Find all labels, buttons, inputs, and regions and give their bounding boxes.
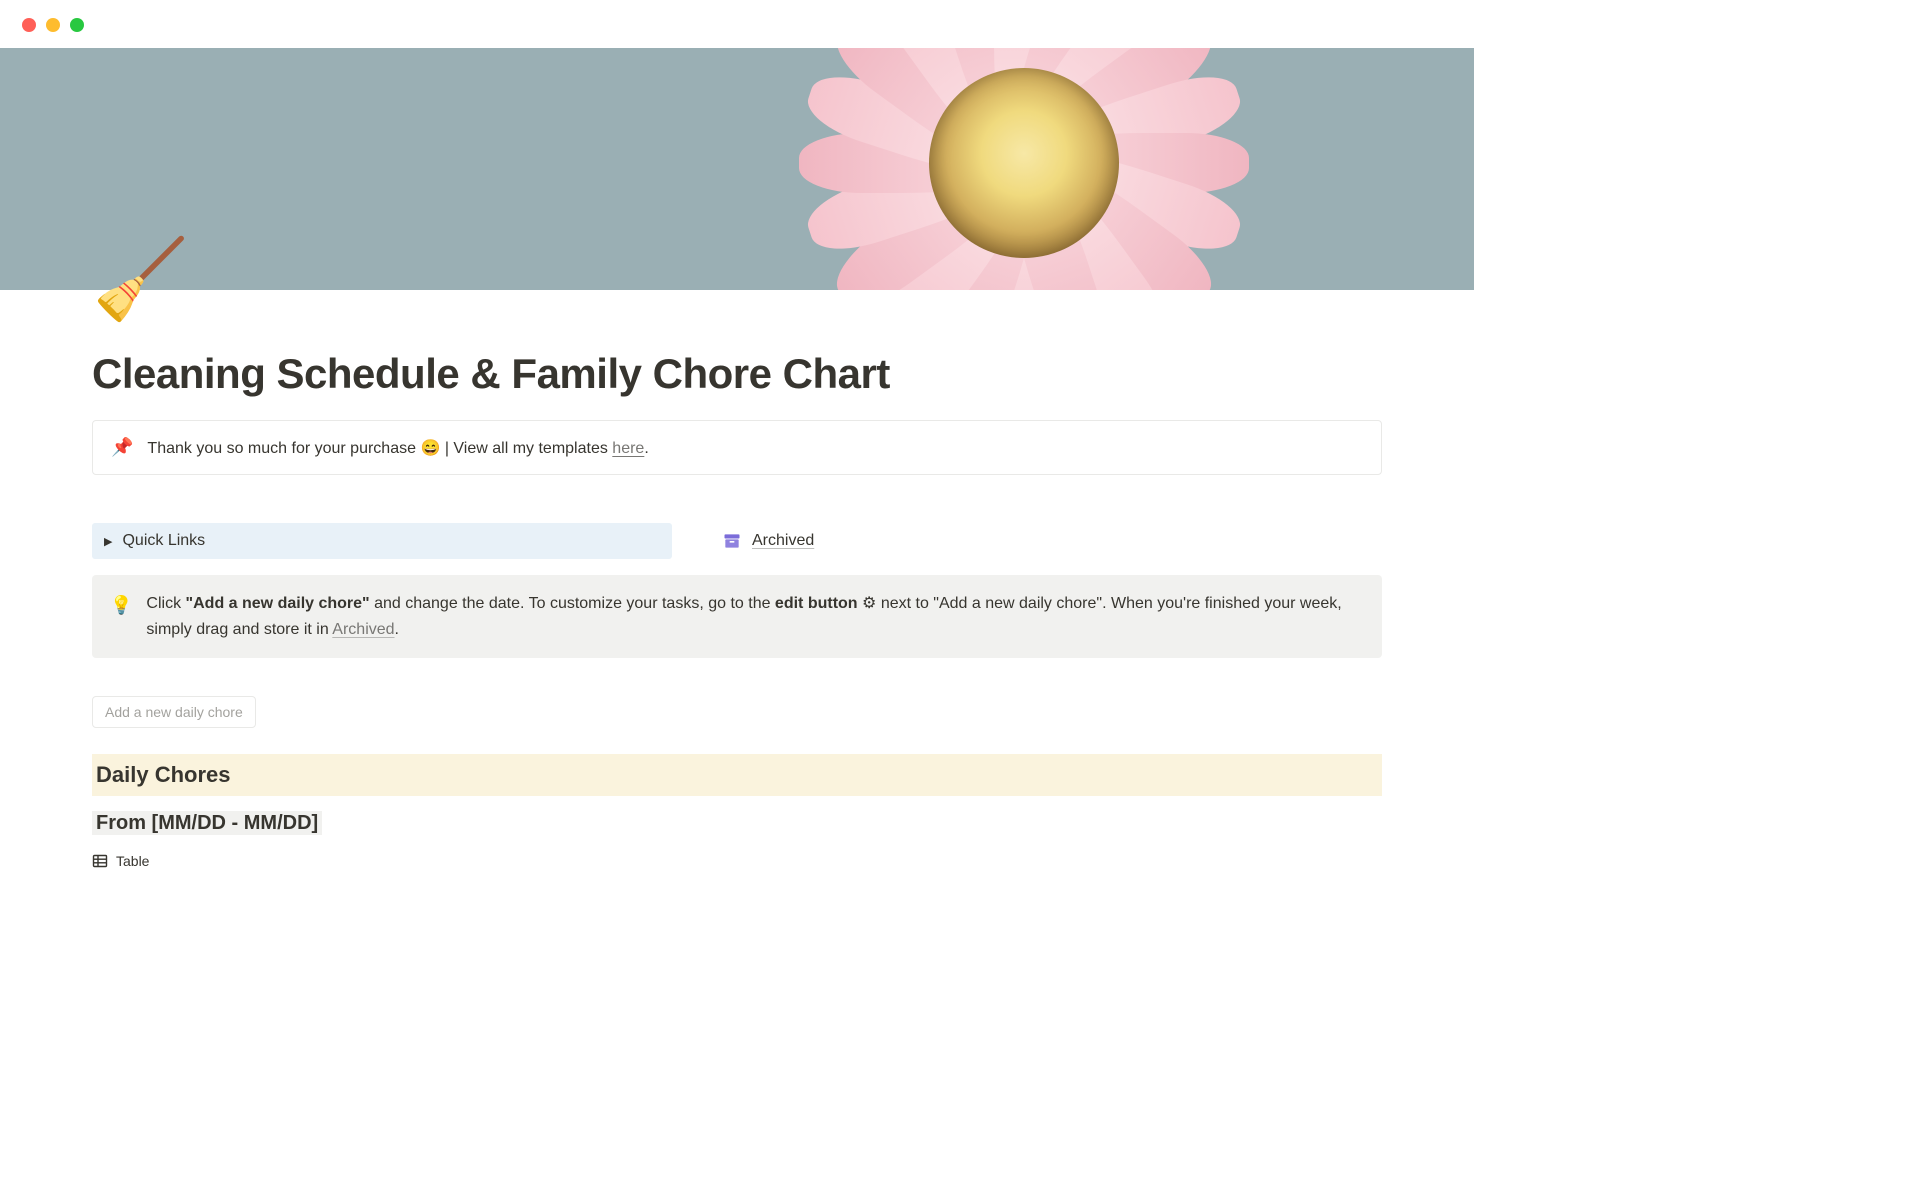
templates-link[interactable]: here: [612, 440, 644, 457]
page-icon[interactable]: 🧹: [92, 240, 189, 318]
gear-icon: ⚙: [858, 595, 881, 612]
thankyou-text: Thank you so much for your purchase 😄 | …: [147, 438, 648, 458]
add-daily-chore-button[interactable]: Add a new daily chore: [92, 696, 256, 728]
lightbulb-icon: 💡: [110, 591, 132, 642]
page-title[interactable]: Cleaning Schedule & Family Chore Chart: [92, 350, 1382, 398]
window-close-button[interactable]: [22, 18, 36, 32]
toggle-triangle-icon: ▶: [104, 535, 112, 548]
daily-chores-header[interactable]: Daily Chores: [92, 754, 1382, 796]
quick-links-toggle[interactable]: ▶ Quick Links: [92, 523, 672, 559]
thankyou-callout[interactable]: 📌 Thank you so much for your purchase 😄 …: [92, 420, 1382, 475]
tip-text: Click "Add a new daily chore" and change…: [146, 591, 1364, 642]
tip-callout[interactable]: 💡 Click "Add a new daily chore" and chan…: [92, 575, 1382, 658]
archived-label: Archived: [752, 532, 814, 550]
table-view-label: Table: [116, 853, 149, 869]
archived-link[interactable]: Archived: [722, 523, 814, 559]
archive-box-icon: [722, 531, 742, 551]
cover-image[interactable]: [0, 48, 1474, 290]
smile-icon: 😄: [420, 440, 440, 457]
table-icon: [92, 853, 108, 869]
date-range-heading[interactable]: From [MM/DD - MM/DD]: [92, 812, 1382, 835]
archived-inline-link[interactable]: Archived: [332, 621, 394, 638]
window-minimize-button[interactable]: [46, 18, 60, 32]
quick-links-label: Quick Links: [122, 532, 205, 550]
window-controls: [22, 18, 84, 32]
window-maximize-button[interactable]: [70, 18, 84, 32]
flower-graphic: [714, 48, 1334, 290]
table-view-tab[interactable]: Table: [92, 853, 1382, 869]
pushpin-icon: 📌: [111, 437, 133, 458]
